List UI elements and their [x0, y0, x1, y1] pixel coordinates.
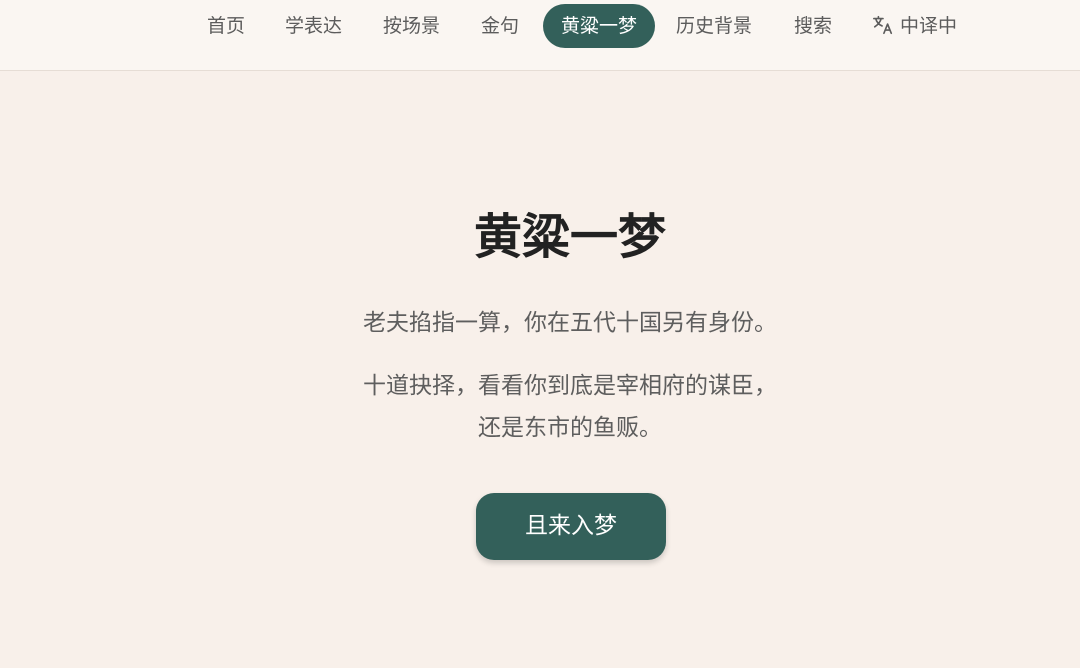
nav-item-huangliang-dream[interactable]: 黄粱一梦	[543, 4, 655, 48]
hero-intro-text: 老夫掐指一算，你在五代十国另有身份。	[363, 310, 777, 336]
nav-item-quotes[interactable]: 金句	[481, 4, 519, 48]
nav-item-translate[interactable]: 中译中	[872, 4, 957, 48]
nav-item-translate-label: 中译中	[900, 15, 958, 37]
nav-item-home[interactable]: 首页	[207, 4, 245, 48]
top-navigation-bar: 首页 学表达 按场景 金句 黄粱一梦 历史背景 搜索 中译中	[0, 0, 1080, 71]
nav-item-search[interactable]: 搜索	[794, 4, 832, 48]
page-title: 黄粱一梦	[473, 209, 666, 265]
hero-description-line-2: 还是东市的鱼贩。	[478, 415, 662, 441]
nav-item-by-scene[interactable]: 按场景	[383, 4, 440, 48]
nav-item-history-background[interactable]: 历史背景	[676, 4, 752, 48]
hero-description-line-1: 十道抉择，看看你到底是宰相府的谋臣，	[363, 373, 777, 399]
enter-dream-button[interactable]: 且来入梦	[476, 493, 666, 560]
translate-icon	[873, 15, 893, 35]
nav-item-learn-expressions[interactable]: 学表达	[285, 4, 342, 48]
